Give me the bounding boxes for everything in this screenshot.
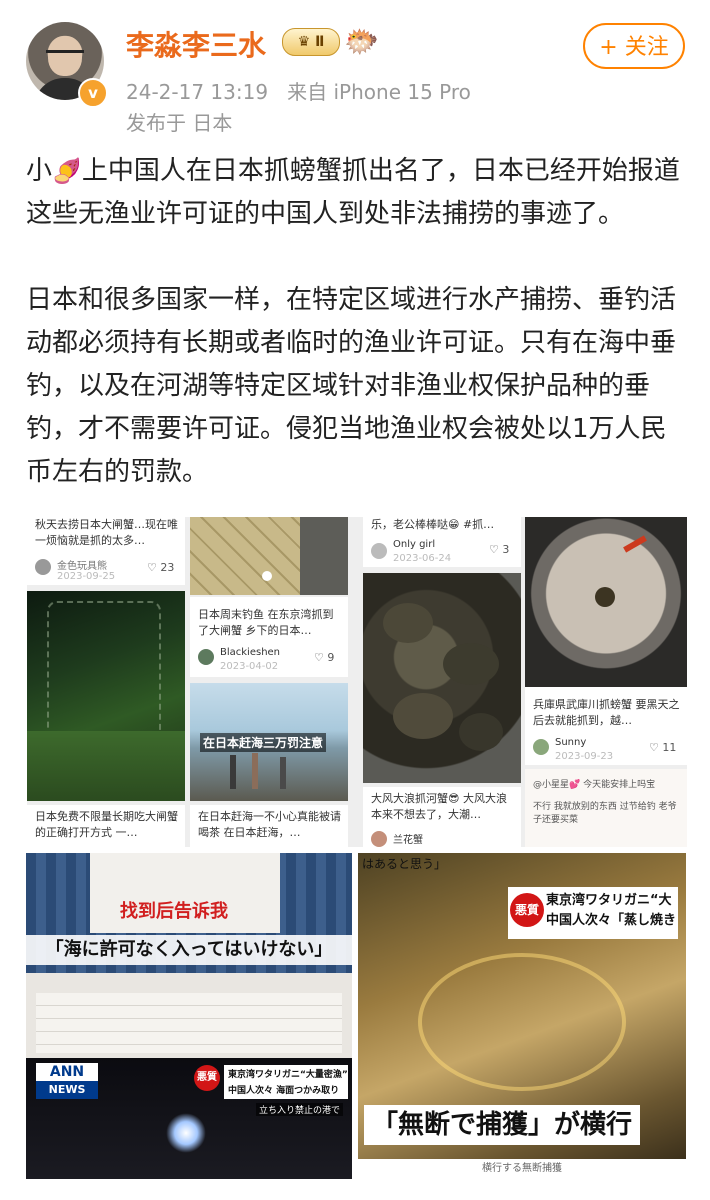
note-caption: 日本免费不限量长期吃大闸蟹的正确打开方式 一…: [35, 810, 178, 839]
note-date: 2023-09-23: [555, 751, 614, 762]
sweet-potato-icon: 🍠: [52, 157, 82, 185]
note-author: 兰花蟹: [393, 835, 423, 846]
username[interactable]: 李淼李三水: [126, 24, 266, 64]
like-count: ♡ 3: [489, 543, 510, 556]
article-lines-shape: [36, 993, 342, 1053]
tv-subtitle: 立ち入り禁止の港で: [256, 1103, 344, 1116]
news-logo-text: NEWS: [36, 1081, 98, 1099]
comment-1: @小星星💕 今天能安排上吗宝: [533, 780, 656, 790]
hook-shape: [262, 571, 272, 581]
post-paragraph-1-text: 上中国人在日本抓螃蟹抓出名了，日本已经开始报道这些无渔业许可证的中国人到处非法捕…: [26, 156, 680, 229]
like-count-value: 3: [502, 543, 510, 556]
post-source: 来自 iPhone 15 Pro: [287, 80, 471, 104]
crab-shape: [393, 693, 453, 739]
author-avatar-icon: [35, 559, 51, 575]
fence-sign-photo[interactable]: 找到后告诉我 「海に許可なく入ってはいけない」 ANN NEWS 悪質 東京湾ワ…: [26, 853, 352, 1179]
note-date: 2023-09-25: [57, 571, 116, 582]
note-caption: 日本周末钓鱼 在东京湾抓到了大闸蟹 乡下的日本…: [198, 608, 334, 637]
tv-subtitle-right: 横行する無断捕獲: [358, 1159, 686, 1179]
bag-shape: [300, 517, 348, 595]
tv-badge: 悪質: [194, 1065, 220, 1091]
note-card-1: 秋天去捞日本大闸蟹…现在唯一烦恼就是抓的太多… 金色玩具熊 2023-09-25…: [27, 517, 185, 585]
author-avatar-icon: [533, 739, 549, 755]
ann-news-logo: ANN NEWS: [36, 1063, 98, 1099]
author-avatar-icon: [198, 649, 214, 665]
note-caption: 在日本赶海一不小心真能被请喝茶 在日本赶海，…: [198, 810, 341, 839]
sign-board-shape: 找到后告诉我: [90, 853, 280, 933]
post-meta: 24-2-17 13:19 来自 iPhone 15 Pro: [126, 76, 471, 105]
grass-shape: [27, 731, 185, 801]
tv-badge-right: 悪質: [510, 893, 544, 927]
comment-2: 不行 我就放别的东西 过节给钓 老爷子还要买菜: [533, 802, 677, 825]
note-caption: 秋天去捞日本大闸蟹…现在唯一烦恼就是抓的太多…: [35, 518, 178, 547]
author-avatar-icon: [371, 831, 387, 847]
like-count: ♡ 11: [649, 741, 677, 754]
crab-shape: [383, 603, 433, 643]
tv-headline-2: 中国人次々 海面つかみ取り: [228, 1086, 340, 1096]
member-level: Ⅱ: [315, 34, 325, 50]
post-paragraph-2: 日本和很多国家一样，在特定区域进行水产捕捞、垂钓活动都必须持有长期或者临时的渔业…: [26, 285, 677, 487]
note-card-7: 兵庫県武庫川抓螃蟹 要黑天之后去就能抓到，越… Sunny 2023-09-23…: [525, 687, 687, 765]
note-author: 金色玩具熊: [57, 561, 107, 572]
follow-button[interactable]: + 关注: [583, 23, 685, 69]
note-card-2: 日本周末钓鱼 在东京湾抓到了大闸蟹 乡下的日本… Blackieshen 202…: [190, 597, 348, 677]
tv-headline-box: 東京湾ワタリガニ“大量密漁” 中国人次々 海面つかみ取り: [224, 1065, 348, 1099]
comments-card: @小星星💕 今天能安排上吗宝 不行 我就放别的东西 过节给钓 老爷子还要买菜: [525, 769, 687, 847]
crab-closeup-photo[interactable]: はあると思う」 東京湾ワタリガニ“大 中国人次々「蒸し焼き 悪質 「無断で捕獲」…: [358, 853, 686, 1179]
note-card-5: 乐，老公棒棒哒😁 #抓… Only girl 2023-06-24 ♡ 3: [363, 517, 521, 567]
tv-top-text: はあると思う」: [362, 857, 447, 871]
jp-warning-banner: 「海に許可なく入ってはいけない」: [26, 935, 352, 965]
author-avatar-icon: [371, 543, 387, 559]
note-author: Blackieshen: [220, 647, 281, 658]
tv-banner-right: 「無断で捕獲」が横行: [364, 1105, 641, 1145]
fish-icon: 🐡: [344, 25, 379, 58]
crab-body-shape: [418, 953, 626, 1091]
note-caption: 大风大浪抓河蟹😎 大风大浪本来不想去了，大潮…: [371, 792, 507, 821]
flashlight-glow-shape: [166, 1113, 206, 1153]
note-author: Sunny: [555, 737, 587, 748]
note-date: 2023-06-24: [393, 553, 452, 564]
night-crab-net-photo: [27, 591, 185, 801]
post-image-collage[interactable]: 秋天去捞日本大闸蟹…现在唯一烦恼就是抓的太多… 金色玩具熊 2023-09-25…: [27, 517, 687, 847]
post-paragraph-1-prefix: 小: [26, 156, 53, 186]
bricks-photo: [190, 517, 348, 595]
red-tool-shape: [623, 535, 647, 553]
member-crown-badge: ♛ Ⅱ: [282, 28, 340, 56]
beach-photo-caption: 在日本赶海三万罚注意: [200, 733, 327, 752]
post-body: 小🍠上中国人在日本抓螃蟹抓出名了，日本已经开始报道这些无渔业许可证的中国人到处非…: [26, 150, 690, 494]
red-sign-text: 找到后告诉我: [120, 901, 228, 922]
post-paragraph-1: 小🍠上中国人在日本抓螃蟹抓出名了，日本已经开始报道这些无渔业许可证的中国人到处非…: [26, 150, 690, 236]
verified-badge-icon: v: [78, 78, 108, 108]
tv-headline-right-1: 東京湾ワタリガニ“大: [546, 893, 672, 908]
note-caption: 兵庫県武庫川抓螃蟹 要黑天之后去就能抓到，越…: [533, 698, 680, 727]
tv-headline-right-2: 中国人次々「蒸し焼き: [546, 913, 677, 928]
note-caption: 乐，老公棒棒哒😁 #抓…: [371, 518, 495, 531]
post-timestamp: 24-2-17 13:19: [126, 80, 269, 104]
note-date: 2023-04-02: [220, 661, 279, 672]
note-card-3: 日本免费不限量长期吃大闸蟹的正确打开方式 一…: [27, 805, 185, 847]
note-card-6: 大风大浪抓河蟹😎 大风大浪本来不想去了，大潮… 兰花蟹: [363, 787, 521, 847]
like-count-value: 11: [662, 741, 677, 754]
beach-photo: 在日本赶海三万罚注意: [190, 683, 348, 801]
crab-pile-photo: [363, 573, 521, 783]
like-count: ♡ 23: [147, 561, 175, 574]
person-shape: [252, 753, 258, 789]
like-count-value: 9: [327, 651, 335, 664]
crab-shape: [459, 713, 503, 751]
bucket-crab-photo: [525, 517, 687, 687]
post-location: 发布于 日本: [126, 111, 233, 135]
person-shape: [280, 757, 286, 789]
like-count-value: 23: [160, 561, 175, 574]
like-count: ♡ 9: [314, 651, 335, 664]
small-crab-shape: [595, 587, 615, 607]
person-shape: [230, 755, 236, 789]
avatar-glasses: [46, 50, 84, 61]
tv-headline-1: 東京湾ワタリガニ“大量密漁”: [228, 1070, 348, 1080]
note-card-4: 在日本赶海一不小心真能被请喝茶 在日本赶海，…: [190, 805, 348, 847]
ann-logo-text: ANN: [49, 1064, 85, 1080]
note-author: Only girl: [393, 539, 436, 550]
crab-shape: [443, 643, 499, 685]
